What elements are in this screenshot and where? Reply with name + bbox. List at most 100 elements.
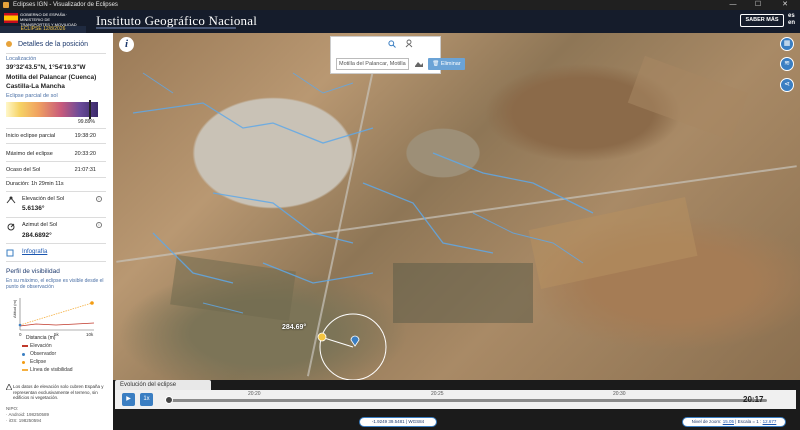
zoom-value[interactable]: 15.05 <box>723 419 734 424</box>
place-name: Motilla del Palancar (Cuenca) <box>6 74 97 81</box>
parcel-overlay <box>132 72 594 314</box>
ign-subtitle-line <box>96 27 236 29</box>
legend-swatch <box>22 361 25 364</box>
legend-elevation: Elevación <box>22 343 52 349</box>
app-icon <box>3 2 9 8</box>
detail-row-ocaso: Ocaso del Sol 21:07:31 <box>6 167 96 173</box>
eclipse-timeline-panel: Evolución del eclipse ▶ 1x 20:20 20:25 2… <box>113 380 800 430</box>
coords-text: -1.9249 39.5481 | WGS84 <box>371 419 425 424</box>
nipo-ios: · iOS: 198250594 <box>6 418 42 423</box>
search-icon[interactable] <box>388 40 396 48</box>
azimuth-marker-label: 284.69° <box>282 324 307 331</box>
lang-es[interactable]: es <box>788 13 795 20</box>
location-marker-icon[interactable] <box>350 335 360 347</box>
lang-en[interactable]: en <box>788 20 795 27</box>
region-name: Castilla-La Mancha <box>6 83 65 90</box>
sun-azimuth-icon <box>7 223 15 231</box>
locate-me-icon[interactable] <box>405 39 413 48</box>
azimuth-value: 284.6892° <box>22 232 52 239</box>
profile-description: En su máximo, el eclipse es visible desd… <box>6 278 104 290</box>
detail-row-maximo: Máximo del eclipse 20:33:20 <box>6 151 96 157</box>
profile-title: Perfil de visibilidad <box>6 268 60 275</box>
info-button[interactable]: i <box>119 37 134 52</box>
chart-x-tick: 0 <box>19 332 22 337</box>
divider <box>6 161 106 162</box>
timeline-tick: 20:20 <box>248 391 261 397</box>
duration-text: Duración: 1h 29min 11s <box>6 181 64 187</box>
infografia-link[interactable]: Infografía <box>22 249 47 255</box>
eliminar-label: Eliminar <box>440 61 461 67</box>
play-button[interactable]: ▶ <box>122 393 135 406</box>
language-selector[interactable]: es en <box>788 13 795 27</box>
app-header: GOBIERNO DE ESPAÑA · MINISTERIO DE TRANS… <box>0 10 800 33</box>
divider <box>6 128 106 129</box>
satellite-map[interactable] <box>113 33 800 380</box>
trash-icon: 🗑 <box>432 61 440 67</box>
layers-icon: ≋ <box>784 60 790 67</box>
saber-mas-button[interactable]: SABER MÁS <box>740 14 784 27</box>
legend-swatch <box>22 369 28 371</box>
timeline-track[interactable] <box>167 399 767 402</box>
magnitude-gradient-bar <box>6 102 98 117</box>
location-search-panel: 🗑 Eliminar <box>330 36 465 74</box>
section-title: Detalles de la posición <box>18 41 89 48</box>
chart-x-label: Distancia (m) <box>26 335 56 341</box>
close-button[interactable]: ✕ <box>775 0 795 10</box>
legend-visibility-line: Línea de visibilidad <box>22 367 73 373</box>
chart-y-label: Altitud (m) <box>12 299 17 318</box>
elevation-info-icon[interactable]: i <box>96 196 102 202</box>
divider <box>6 143 106 144</box>
legend-swatch <box>22 345 28 347</box>
location-pin-icon <box>6 41 12 47</box>
coordinates-text: 39°32'43.5"N, 1°54'19.3"W <box>6 64 86 71</box>
timeline-bar: ▶ 1x 20:20 20:25 20:30 20:17 <box>115 390 796 409</box>
sun-elevation-icon <box>6 196 16 204</box>
divider <box>6 217 106 218</box>
window-titlebar: Eclipses IGN - Visualizador de Eclipses … <box>0 0 800 10</box>
detail-key: Ocaso del Sol <box>6 167 41 173</box>
divider <box>6 191 106 192</box>
nipo-label: NIPO: <box>6 406 19 411</box>
share-icon: ⋖ <box>784 81 790 88</box>
timeline-tick: 20:25 <box>431 391 444 397</box>
detail-value: 20:33:20 <box>74 151 96 157</box>
nipo-android: · Android: 198250589 <box>6 412 50 417</box>
layers-button[interactable]: ≋ <box>780 57 794 71</box>
map-layers-icon[interactable] <box>414 60 424 68</box>
current-time: 20:17 <box>743 395 764 404</box>
azimuth-label: Azimut del Sol <box>22 222 58 228</box>
chart-x-tick: 10k <box>86 332 94 337</box>
zoom-label: Nivel de zoom: <box>691 419 722 424</box>
detail-value: 19:38:20 <box>74 133 96 139</box>
timeline-tick: 20:30 <box>613 391 626 397</box>
basemap-grid-button[interactable]: ▦ <box>780 37 794 51</box>
scale-label: | Escala = 1 : <box>735 419 762 424</box>
azimuth-info-icon[interactable]: i <box>96 222 102 228</box>
eclipse-type: Eclipse parcial de sol <box>6 93 58 99</box>
eclipse-date-badge: ECLIPSE 12/8/2026 <box>0 26 86 33</box>
maximize-button[interactable]: ☐ <box>748 0 768 10</box>
timeline-thumb[interactable] <box>165 396 173 404</box>
zoom-scale-readout: Nivel de zoom: 15.05 | Escala = 1 : 12.6… <box>682 417 786 427</box>
eliminar-button[interactable]: 🗑 Eliminar <box>428 58 465 70</box>
magnitude-marker <box>89 100 91 119</box>
search-input[interactable] <box>336 58 409 70</box>
detail-value: 21:07:31 <box>74 167 96 173</box>
speed-button[interactable]: 1x <box>140 393 153 406</box>
spain-flag-icon <box>4 13 18 23</box>
window-title: Eclipses IGN - Visualizador de Eclipses <box>13 2 118 8</box>
minimize-button[interactable]: — <box>723 0 743 10</box>
divider <box>6 53 106 54</box>
scale-value[interactable]: 12.677 <box>763 419 777 424</box>
detail-key: Inicio eclipse parcial <box>6 133 56 139</box>
detail-key: Máximo del eclipse <box>6 151 53 157</box>
share-button[interactable]: ⋖ <box>780 78 794 92</box>
grid-icon: ▦ <box>783 40 791 47</box>
infografia-icon <box>6 249 14 257</box>
divider <box>6 243 106 244</box>
divider <box>6 261 106 262</box>
timeline-tab[interactable]: Evolución del eclipse <box>115 380 211 390</box>
divider <box>6 177 106 178</box>
magnitude-value: 99.89% <box>78 119 95 125</box>
coordinates-readout[interactable]: -1.9249 39.5481 | WGS84 <box>359 417 437 427</box>
